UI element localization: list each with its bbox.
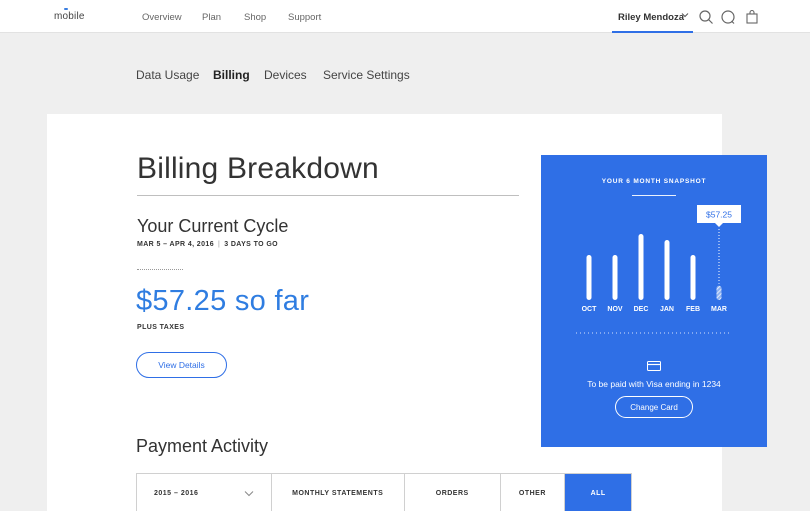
view-details-button[interactable]: View Details: [136, 352, 227, 378]
month-label-dec: DEC: [634, 306, 649, 313]
month-label-oct: OCT: [582, 306, 598, 313]
cycle-remaining: 3 DAYS TO GO: [224, 241, 279, 248]
user-name: Riley Mendoza: [618, 12, 684, 23]
bar-oct[interactable]: [586, 255, 592, 300]
subnav-data-usage[interactable]: Data Usage: [136, 68, 199, 82]
meta-separator: |: [217, 241, 221, 248]
current-cycle-heading: Your Current Cycle: [137, 216, 289, 236]
bar-nov[interactable]: [612, 255, 618, 300]
brand-logo[interactable]: mobile: [54, 8, 85, 22]
change-card-button[interactable]: Change Card: [615, 396, 693, 418]
tooltip-pointer: [715, 223, 723, 227]
nav-plan[interactable]: Plan: [202, 12, 221, 23]
cycle-meta: MAR 5 – APR 4, 2016 | 3 DAYS TO GO: [137, 241, 278, 248]
nav-support[interactable]: Support: [288, 12, 321, 23]
payment-method-text: To be paid with Visa ending in 1234: [587, 379, 721, 389]
tab-orders[interactable]: ORDERS: [405, 474, 501, 511]
chevron-down-icon: [681, 13, 689, 18]
current-amount: $57.25 so far: [136, 285, 310, 317]
six-month-snapshot-panel: YOUR 6 MONTH SNAPSHOT OCT NOV DEC JAN FEB MAR…: [541, 155, 767, 447]
month-label-feb: FEB: [686, 306, 700, 313]
subnav-devices[interactable]: Devices: [264, 68, 307, 82]
payment-filter-tabs: 2015 – 2016 MONTHLY STATEMENTS ORDERS OT…: [136, 473, 632, 511]
month-label-jan: JAN: [660, 306, 674, 313]
tooltip-value: $57.25: [706, 210, 732, 220]
bar-dec[interactable]: [638, 234, 644, 300]
chevron-down-icon: [244, 491, 254, 497]
bar-mar[interactable]: [716, 285, 722, 300]
subnav-billing[interactable]: Billing: [213, 68, 250, 82]
taxes-note: PLUS TAXES: [137, 324, 185, 331]
bar-feb[interactable]: [690, 255, 696, 300]
nav-overview[interactable]: Overview: [142, 12, 182, 23]
month-label-nov: NOV: [607, 306, 623, 313]
bar-jan[interactable]: [664, 240, 670, 300]
chat-icon[interactable]: [720, 9, 736, 25]
bag-icon[interactable]: [744, 9, 760, 25]
cycle-dates: MAR 5 – APR 4, 2016: [137, 241, 214, 248]
year-select[interactable]: 2015 – 2016: [137, 474, 272, 511]
subnav-service-settings[interactable]: Service Settings: [323, 68, 410, 82]
snapshot-bar-chart: OCT NOV DEC JAN FEB MAR $57.25: [576, 205, 741, 334]
nav-shop[interactable]: Shop: [244, 12, 266, 23]
user-menu[interactable]: Riley Mendoza: [612, 0, 693, 33]
title-divider: [137, 195, 519, 196]
payment-activity-heading: Payment Activity: [136, 436, 269, 456]
credit-card-icon: [647, 361, 661, 371]
page-title: Billing Breakdown: [137, 152, 379, 185]
tab-all[interactable]: ALL: [565, 474, 631, 511]
top-navigation-bar: mobile Overview Plan Shop Support Riley …: [0, 0, 810, 33]
tab-other[interactable]: OTHER: [501, 474, 566, 511]
tab-monthly-statements[interactable]: MONTHLY STATEMENTS: [272, 474, 405, 511]
search-icon[interactable]: [698, 9, 714, 25]
dotted-divider: [137, 269, 183, 270]
year-select-value: 2015 – 2016: [154, 489, 199, 497]
month-label-mar: MAR: [711, 306, 727, 313]
